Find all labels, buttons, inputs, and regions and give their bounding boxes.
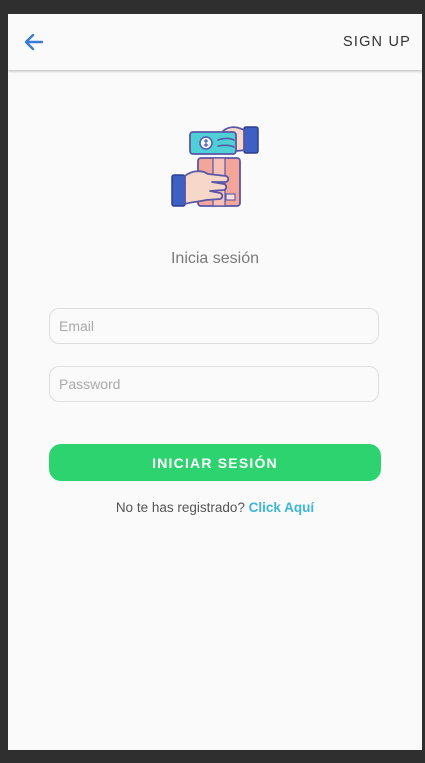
login-button[interactable]: INICIAR SESIÓN [49, 444, 381, 481]
register-prompt-row: No te has registrado? Click Aquí [8, 500, 422, 515]
password-field[interactable] [49, 366, 379, 402]
app-screen: SIGN UP Inicia sesión INICIAR SESIÓN No [8, 14, 422, 750]
register-prompt-text: No te has registrado? [115, 500, 245, 515]
money-for-package-exchange-icon [170, 120, 262, 212]
arrow-left-icon [24, 33, 44, 51]
login-title: Inicia sesión [170, 250, 260, 267]
sign-up-button[interactable]: SIGN UP [343, 34, 411, 50]
top-app-bar: SIGN UP [8, 14, 422, 70]
back-button[interactable] [20, 28, 48, 56]
register-link[interactable]: Click Aquí [249, 500, 315, 515]
email-field[interactable] [49, 308, 379, 344]
